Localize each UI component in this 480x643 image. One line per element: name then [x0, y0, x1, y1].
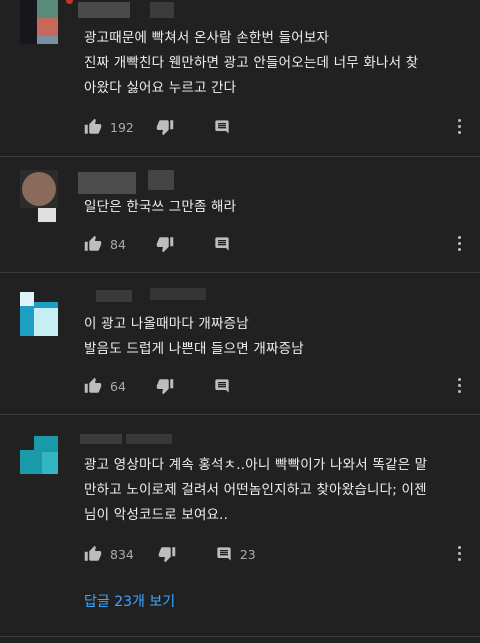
- like-button[interactable]: 834: [84, 545, 134, 563]
- more-options-icon[interactable]: [458, 236, 462, 252]
- dislike-button[interactable]: [156, 235, 174, 253]
- like-count: 192: [110, 119, 134, 135]
- dislike-button[interactable]: [156, 377, 174, 395]
- dislike-button[interactable]: [156, 118, 174, 136]
- comment-icon: [215, 120, 229, 134]
- thumbs-up-icon: [84, 377, 102, 393]
- reply-count: 23: [239, 546, 256, 562]
- divider: [0, 414, 480, 415]
- thumbs-down-icon: [156, 120, 174, 136]
- comment-icon: [215, 379, 229, 393]
- timestamp-blurred: [150, 288, 206, 300]
- divider: [0, 156, 480, 157]
- like-button[interactable]: 84: [84, 235, 126, 253]
- divider: [0, 636, 480, 637]
- comment-actions: 64: [84, 376, 230, 396]
- thumbs-down-icon: [156, 379, 174, 395]
- like-count: 84: [110, 236, 126, 252]
- thumbs-down-icon: [158, 547, 176, 563]
- reply-button[interactable]: [214, 119, 230, 135]
- comment-actions: 192: [84, 117, 230, 137]
- more-options-icon[interactable]: [458, 119, 462, 135]
- thumbs-up-icon: [84, 545, 102, 561]
- like-button[interactable]: 192: [84, 118, 134, 136]
- author-name-blurred[interactable]: [78, 172, 136, 194]
- avatar[interactable]: [20, 170, 58, 222]
- comment-text: 광고 영상마다 계속 홍석ㅊ..아니 빡빡이가 나와서 똑같은 말 만하고 노이…: [84, 457, 428, 523]
- comment-icon: [217, 547, 231, 561]
- like-count: 64: [110, 378, 126, 394]
- timestamp-blurred: [126, 434, 172, 444]
- timestamp-blurred: [148, 170, 174, 190]
- author-name-blurred[interactable]: [80, 434, 122, 444]
- comment-actions: 834 23: [84, 544, 256, 564]
- more-options-icon[interactable]: [458, 378, 462, 394]
- avatar[interactable]: [20, 292, 58, 336]
- thumbs-down-icon: [156, 237, 174, 253]
- comment-actions: 84: [84, 234, 230, 254]
- comment-icon: [215, 237, 229, 251]
- avatar[interactable]: [20, 0, 58, 44]
- reply-button[interactable]: [214, 236, 230, 252]
- divider: [0, 272, 480, 273]
- author-name-blurred[interactable]: [78, 2, 130, 18]
- author-name-blurred[interactable]: [96, 290, 132, 302]
- reply-button[interactable]: [214, 378, 230, 394]
- like-button[interactable]: 64: [84, 377, 126, 395]
- more-options-icon[interactable]: [458, 546, 462, 562]
- reply-button[interactable]: 23: [216, 546, 256, 562]
- thumbs-up-icon: [84, 118, 102, 134]
- dislike-button[interactable]: [158, 545, 176, 563]
- comment-text: 이 광고 나올때마다 개짜증남 발음도 드럽게 나쁜대 들으면 개짜증남: [84, 316, 304, 357]
- comment-text: 광고때문에 빡쳐서 온사람 손한번 들어보자 진짜 개빡친다 웬만하면 광고 안…: [84, 30, 419, 96]
- comment-text: 일단은 한국쓰 그만좀 해라: [84, 199, 237, 215]
- timestamp-blurred: [150, 2, 174, 18]
- like-count: 834: [110, 546, 134, 562]
- view-replies-link[interactable]: 답글 23개 보기: [84, 592, 175, 612]
- thumbs-up-icon: [84, 235, 102, 251]
- indicator-dot: [66, 0, 73, 4]
- avatar[interactable]: [20, 436, 58, 480]
